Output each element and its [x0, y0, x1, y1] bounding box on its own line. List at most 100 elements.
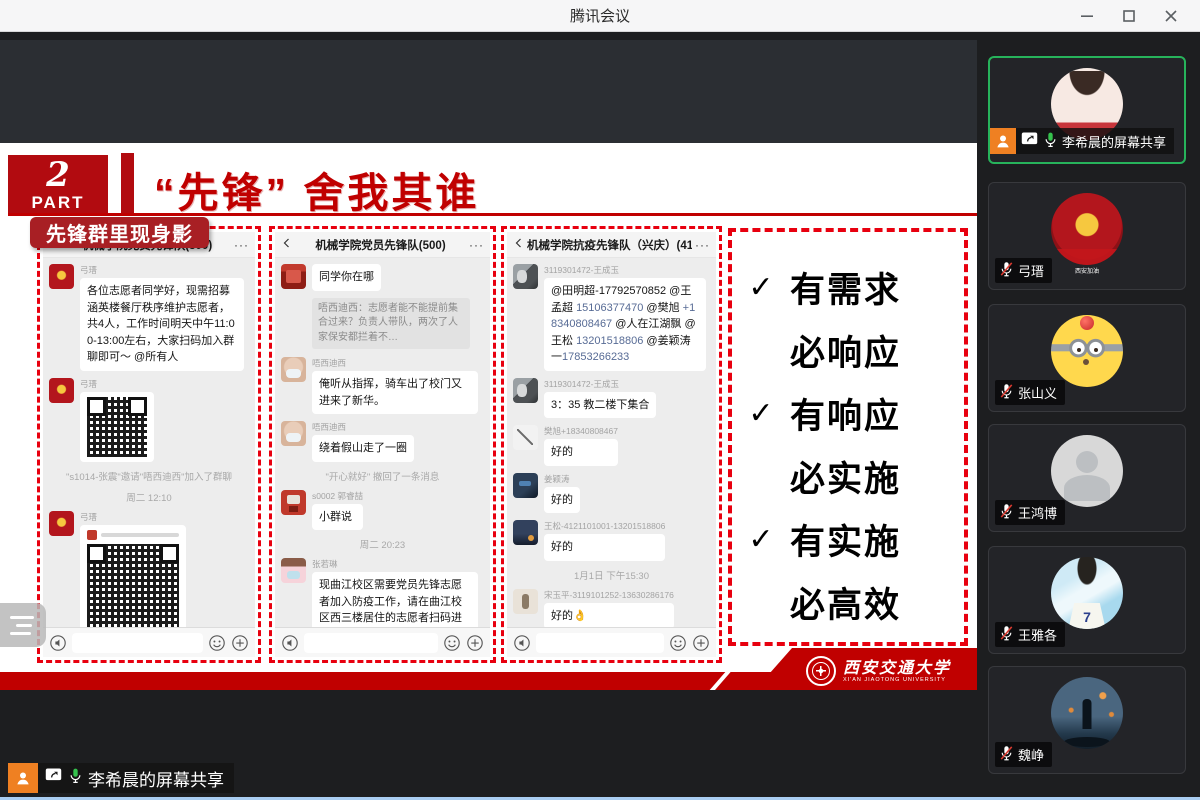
participant-tile[interactable]: 王鸿博 [988, 424, 1186, 532]
message-content: 3119301472-王成玉@田明超-17792570852 @王孟超 1510… [544, 264, 706, 371]
participant-tile[interactable]: 魏峥 [988, 666, 1186, 774]
participant-avatar [1051, 193, 1123, 265]
window-title: 腾讯会议 [570, 5, 630, 26]
checklist-row: ✓有需求 [732, 256, 964, 319]
sender-name: 王松-4121101001-13201518806 [544, 520, 665, 532]
participant-tile[interactable]: 李希晨的屏幕共享 [988, 56, 1186, 164]
checklist-text: 必实施 [790, 451, 901, 502]
sender-name: 姜颖涛 [544, 473, 580, 485]
participant-name-tag: 张山义 [995, 380, 1065, 405]
ironman-avatar [49, 511, 74, 536]
mic-muted-icon [999, 261, 1014, 280]
checklist-row: 必响应 [732, 319, 964, 382]
close-button[interactable] [1150, 0, 1192, 32]
message-input [72, 633, 203, 653]
sketch-avatar [513, 425, 538, 450]
chat-message: 3119301472-王成玉3：35 教二楼下集合 [513, 378, 710, 419]
sender-name: 弓瑨 [80, 511, 186, 523]
chat-message: 3119301472-王成玉@田明超-17792570852 @王孟超 1510… [513, 264, 710, 371]
quoted-message: 唔西迪西：志愿者能不能提前集合过来？负责人带队，两次了人家保安都拦着不… [312, 298, 470, 350]
message-content: 姜颖涛好的 [544, 473, 580, 514]
chat-message: 唔西迪西俺听从指挥，骑车出了校门又进来了新华。 [281, 357, 484, 414]
bear-avatar [281, 421, 306, 446]
sender-name: s0002 郭睿喆 [312, 490, 363, 502]
participant-avatar [1051, 677, 1123, 749]
chat-message: 姜颖涛好的 [513, 473, 710, 514]
participant-tile[interactable]: 张山义 [988, 304, 1186, 412]
emoji-icon [669, 634, 687, 652]
checklist-text: 必响应 [790, 325, 901, 376]
more-icon: ··· [466, 238, 484, 252]
qr-meta [87, 530, 179, 540]
mic-muted-icon [999, 625, 1014, 644]
checklist-row: ✓有响应 [732, 382, 964, 445]
shared-slide: 2 PART “先锋” 舍我其谁 先锋群里现身影 机械学院党员先锋队(500)·… [0, 143, 977, 690]
chat-message: 宋玉平-3119101252-13630286176好的👌 [513, 589, 710, 628]
chat-message: s0002 郭睿喆小群说 [281, 490, 484, 531]
voice-icon [281, 634, 299, 652]
redcard-avatar [281, 264, 306, 289]
checklist-row: 必实施 [732, 445, 964, 508]
emoji-icon [208, 634, 226, 652]
chat-group-title: 机械学院党员先锋队(500) [295, 237, 466, 253]
shared-screen-letterbox [0, 40, 977, 143]
chat-input-bar [507, 627, 716, 657]
voice-icon [513, 634, 531, 652]
participant-name-tag: 弓瑨 [995, 258, 1052, 283]
participant-name: 李希晨的屏幕共享 [1062, 132, 1166, 151]
syp-avatar [513, 589, 538, 614]
wcy-avatar [513, 378, 538, 403]
chat-message: 张若琳现曲江校区需要党员先锋志愿者加入防疫工作，请在曲江校区西三楼居住的志愿者扫… [281, 558, 484, 627]
floating-toolbar-handle[interactable] [0, 603, 46, 647]
checklist-row: 必高效 [732, 571, 964, 634]
chat-message: 樊旭+18340808467 好的 [513, 425, 710, 466]
checklist-text: 有响应 [790, 388, 901, 439]
mic-on-icon [1043, 131, 1058, 151]
message-content: s0002 郭睿喆小群说 [312, 490, 363, 531]
message-input [304, 633, 438, 653]
participant-name-tag: 王雅各 [995, 622, 1065, 647]
message-content: 唔西迪西绕着假山走了一圈 [312, 421, 414, 462]
jyt-avatar [513, 473, 538, 498]
sender-name: 唔西迪西 [312, 421, 414, 433]
wcy-avatar [513, 264, 538, 289]
sender-name: 樊旭+18340808467 [544, 425, 618, 437]
message-bubble: @田明超-17792570852 @王孟超 15106377470 @樊旭 +1… [544, 278, 706, 371]
title-underline [8, 213, 977, 216]
university-logo: 西安交通大学 XI'AN JIAOTONG UNIVERSITY [806, 656, 951, 686]
time-separator: 周二 12:10 [49, 490, 249, 504]
checklist-panel: ✓有需求必响应✓有响应必实施✓有实施必高效 [728, 228, 968, 646]
participant-tile[interactable]: 西安加油弓瑨 [988, 182, 1186, 290]
chat-input-bar [43, 627, 255, 657]
mic-muted-icon [999, 745, 1014, 764]
checklist-text: 必高效 [790, 577, 901, 628]
screen-share-indicator: 李希晨的屏幕共享 [8, 763, 234, 793]
participants-sidebar: 李希晨的屏幕共享西安加油弓瑨张山义王鸿博王雅各魏峥 [980, 32, 1200, 800]
qr-code-bubble [80, 392, 154, 462]
check-icon: ✓ [732, 396, 790, 431]
back-icon [281, 236, 295, 254]
check-icon: ✓ [732, 522, 790, 557]
sender-name: 唔西迪西 [312, 357, 478, 369]
more-icon: ··· [231, 238, 249, 252]
maximize-button[interactable] [1108, 0, 1150, 32]
chat-group-title: 机械学院抗疫先锋队（兴庆）(41) [527, 237, 692, 253]
chat-message: 同学你在哪 [281, 264, 484, 291]
participant-name: 弓瑨 [1018, 261, 1044, 280]
sender-name: 张若琳 [312, 558, 478, 570]
title-accent-bar [121, 153, 134, 213]
screen-share-icon [1020, 131, 1039, 151]
close-icon [1164, 9, 1178, 23]
message-bubble: 绕着假山走了一圈 [312, 435, 414, 462]
chat-messages: 3119301472-王成玉@田明超-17792570852 @王孟超 1510… [507, 258, 716, 627]
voice-icon [49, 634, 67, 652]
message-bubble: 好的 [544, 439, 618, 466]
window-controls [1066, 0, 1192, 32]
participant-tile[interactable]: 王雅各 [988, 546, 1186, 654]
message-content: 弓瑨各位志愿者同学好，现需招募涵英楼餐厅秩序维护志愿者，共4人，工作时间明天中午… [80, 264, 244, 371]
chat-message: 弓瑨 [49, 378, 249, 462]
message-bubble: 好的👌 [544, 603, 674, 628]
university-name-cn: 西安交通大学 [843, 659, 951, 677]
ironman-avatar [49, 378, 74, 403]
minimize-button[interactable] [1066, 0, 1108, 32]
